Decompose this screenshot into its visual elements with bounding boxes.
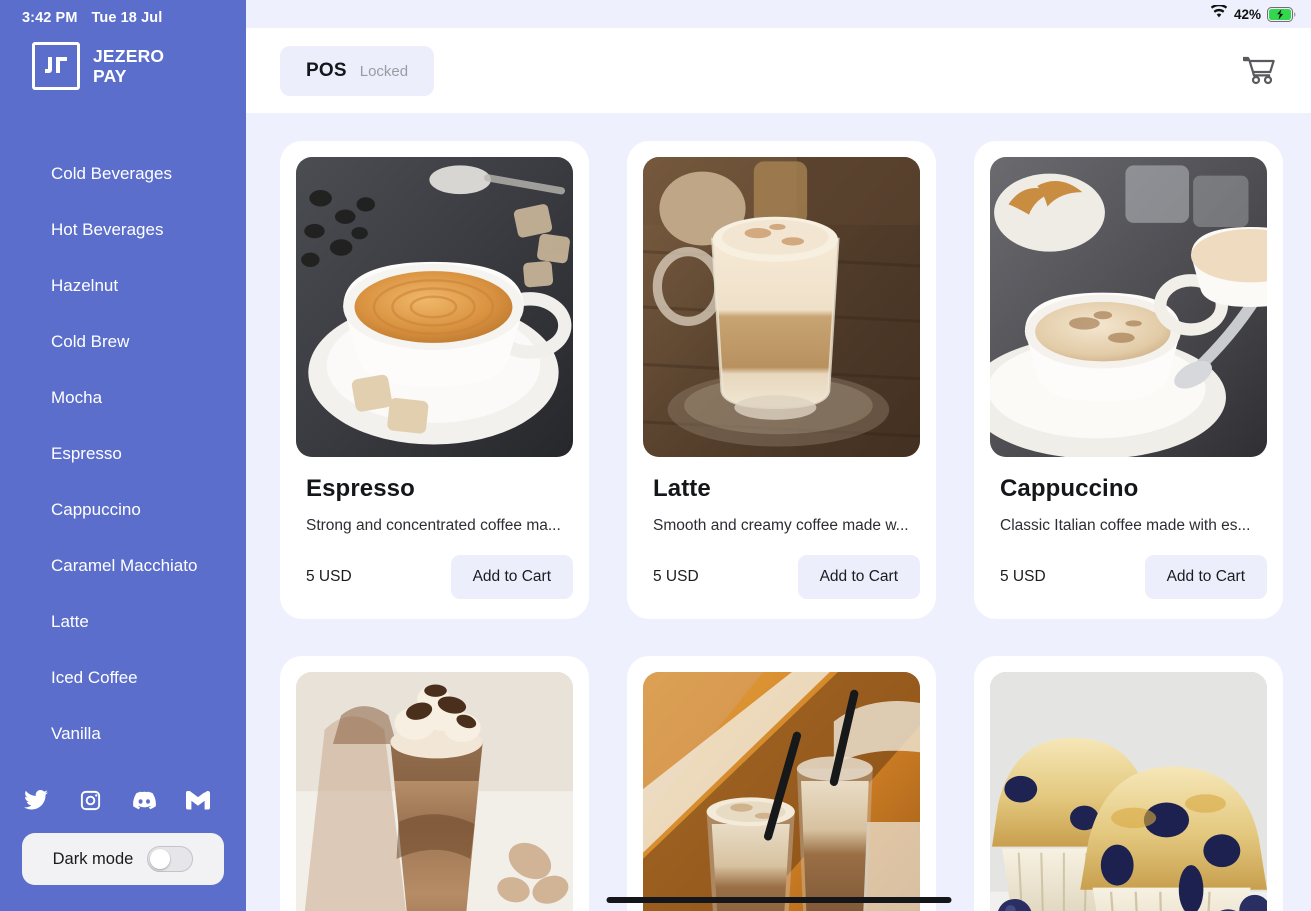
sidebar-nav: Cold Beverages Hot Beverages Hazelnut Co… [0,146,246,762]
status-bar-left: 3:42 PM Tue 18 Jul [0,0,246,28]
dark-mode-switch[interactable] [147,846,194,872]
app-title: POS [306,59,347,81]
dark-mode-toggle[interactable]: Dark mode [22,833,224,885]
brand: JEZERO PAY [0,28,246,94]
product-image-cappuccino [990,157,1267,457]
product-name: Latte [653,475,711,502]
pos-status-badge[interactable]: POS Locked [280,45,435,96]
top-bar: POS Locked [246,28,1311,113]
product-price: 5 USD [306,568,352,585]
brand-line1: JEZERO [93,46,165,66]
product-card[interactable]: Latte Smooth and creamy coffee made w...… [627,141,936,619]
shopping-cart-icon[interactable] [1237,49,1281,93]
sidebar-footer: Dark mode [0,787,246,911]
battery-charging-icon [1267,6,1297,22]
lock-state-label: Locked [359,62,409,80]
product-card[interactable]: Cappuccino Classic Italian coffee made w… [974,141,1283,619]
product-description: Classic Italian coffee made with es... [1000,517,1251,534]
add-to-cart-button[interactable]: Add to Cart [1144,555,1267,599]
home-indicator[interactable] [606,897,951,903]
product-footer: 5 USD Add to Cart [643,535,920,619]
brand-line2: PAY [93,66,127,86]
product-name: Espresso [306,475,415,502]
product-description: Strong and concentrated coffee ma... [306,517,561,534]
brand-name: JEZERO PAY [93,46,164,86]
jezero-logo-icon [32,42,80,90]
battery-percent-label: 42% [1233,6,1261,22]
product-card[interactable] [627,656,936,911]
sidebar-item-cappuccino[interactable]: Cappuccino [0,482,246,538]
product-grid: Espresso Strong and concentrated coffee … [280,141,1283,911]
product-price: 5 USD [1000,568,1046,585]
sidebar-item-caramel-macchiato[interactable]: Caramel Macchiato [0,538,246,594]
product-price: 5 USD [653,568,699,585]
sidebar-item-vanilla[interactable]: Vanilla [0,706,246,762]
product-grid-area: Espresso Strong and concentrated coffee … [246,113,1311,911]
product-image-iced-latte [643,672,920,911]
sidebar-item-cold-beverages[interactable]: Cold Beverages [0,146,246,202]
dark-mode-switch-knob [150,849,171,869]
discord-icon[interactable] [131,787,157,813]
sidebar-item-hazelnut[interactable]: Hazelnut [0,258,246,314]
sidebar-item-latte[interactable]: Latte [0,594,246,650]
product-footer: 5 USD Add to Cart [296,535,573,619]
product-description: Smooth and creamy coffee made w... [653,517,909,534]
product-image-iced-mocha [296,672,573,911]
gmail-icon[interactable] [185,787,211,813]
dark-mode-label: Dark mode [52,849,134,868]
sidebar: 3:42 PM Tue 18 Jul JEZERO PAY Cold Bever… [0,0,246,911]
sidebar-item-hot-beverages[interactable]: Hot Beverages [0,202,246,258]
status-time: 3:42 PM [22,9,78,26]
product-card[interactable] [974,656,1283,911]
sidebar-item-cold-brew[interactable]: Cold Brew [0,314,246,370]
social-links [0,787,246,813]
main-area: 42% POS Locked Espresso Strong and conce… [246,0,1311,911]
product-name: Cappuccino [1000,475,1139,502]
instagram-icon[interactable] [77,787,103,813]
add-to-cart-button[interactable]: Add to Cart [797,555,920,599]
add-to-cart-button[interactable]: Add to Cart [450,555,573,599]
status-date: Tue 18 Jul [91,9,163,26]
product-card[interactable]: Espresso Strong and concentrated coffee … [280,141,589,619]
product-footer: 5 USD Add to Cart [990,535,1267,619]
product-card[interactable] [280,656,589,911]
product-image-latte [643,157,920,457]
twitter-icon[interactable] [23,787,49,813]
sidebar-item-espresso[interactable]: Espresso [0,426,246,482]
pos-app-window: 3:42 PM Tue 18 Jul JEZERO PAY Cold Bever… [0,0,1311,911]
status-bar-right: 42% [246,0,1311,28]
product-image-blueberry-muffin [990,672,1267,911]
product-image-espresso [296,157,573,457]
wifi-icon [1210,3,1228,23]
sidebar-item-mocha[interactable]: Mocha [0,370,246,426]
sidebar-item-iced-coffee[interactable]: Iced Coffee [0,650,246,706]
